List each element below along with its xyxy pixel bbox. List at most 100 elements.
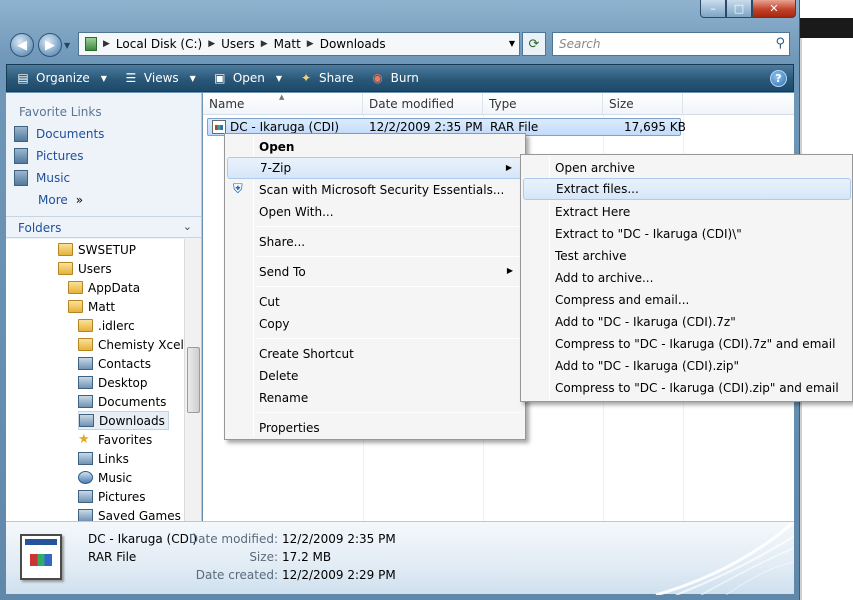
scrollbar-thumb[interactable] — [187, 347, 200, 413]
favorite-link-documents[interactable]: Documents — [6, 123, 201, 145]
security-essentials-icon: ⛨ — [233, 182, 243, 197]
tree-item-music[interactable]: Music — [78, 468, 132, 487]
submenu-item-add-7z[interactable]: Add to "DC - Ikaruga (CDI).7z" — [523, 311, 851, 333]
favorite-link-label: Music — [36, 171, 71, 185]
breadcrumb-local-disk[interactable]: Local Disk (C:) — [116, 37, 202, 51]
tree-item-links[interactable]: Links — [78, 449, 129, 468]
chevron-down-icon: ▼ — [189, 73, 196, 83]
folder-icon — [58, 262, 73, 275]
7zip-submenu: Open archive Extract files... Extract He… — [520, 154, 853, 402]
submenu-item-extract-here[interactable]: Extract Here — [523, 201, 851, 223]
submenu-item-add-to-archive[interactable]: Add to archive... — [523, 267, 851, 289]
close-button[interactable]: ✕ — [752, 0, 796, 18]
breadcrumb-separator[interactable]: ▶ — [261, 39, 268, 49]
submenu-item-compress-email[interactable]: Compress and email... — [523, 289, 851, 311]
double-chevron-right-icon: » — [75, 193, 84, 207]
tree-item-label: Favorites — [98, 432, 153, 447]
tree-item-swsetup[interactable]: SWSETUP — [58, 240, 136, 259]
submenu-item-add-zip[interactable]: Add to "DC - Ikaruga (CDI).zip" — [523, 355, 851, 377]
pictures-icon — [78, 490, 93, 503]
submenu-item-test-archive[interactable]: Test archive — [523, 245, 851, 267]
submenu-item-compress-zip-email[interactable]: Compress to "DC - Ikaruga (CDI).zip" and… — [523, 377, 851, 399]
tree-item-desktop[interactable]: Desktop — [78, 373, 148, 392]
tree-item-documents[interactable]: Documents — [78, 392, 166, 411]
open-label: Open — [232, 71, 265, 85]
menu-item-copy[interactable]: Copy — [227, 313, 523, 335]
column-header-date-modified[interactable]: Date modified — [363, 93, 483, 115]
menu-item-cut[interactable]: Cut — [227, 291, 523, 313]
breadcrumb-separator[interactable]: ▶ — [103, 39, 110, 49]
open-button[interactable]: ▣ Open ▼ — [204, 64, 290, 92]
column-header-type[interactable]: Type — [483, 93, 603, 115]
desktop-icon — [78, 376, 93, 389]
menu-item-label: Extract files... — [556, 182, 639, 196]
tree-item-matt[interactable]: Matt — [68, 297, 115, 316]
back-button[interactable]: ◀ — [10, 33, 34, 57]
forward-button[interactable]: ▶ — [38, 33, 62, 57]
search-input[interactable]: Search ⚲ — [552, 32, 790, 56]
tree-item-idlerc[interactable]: .idlerc — [78, 316, 135, 335]
share-button[interactable]: ✦ Share — [290, 64, 362, 92]
column-header-size[interactable]: Size — [603, 93, 683, 115]
favorite-link-pictures[interactable]: Pictures — [6, 145, 201, 167]
menu-separator — [257, 338, 521, 339]
breadcrumb-separator[interactable]: ▶ — [307, 39, 314, 49]
tree-item-label: AppData — [88, 280, 141, 295]
details-pane: DC - Ikaruga (CDI) RAR File Date modifie… — [6, 521, 794, 595]
menu-item-properties[interactable]: Properties — [227, 417, 523, 439]
breadcrumb-separator[interactable]: ▶ — [208, 39, 215, 49]
organize-button[interactable]: ▤ Organize ▼ — [7, 64, 115, 92]
tree-item-downloads[interactable]: Downloads — [78, 411, 169, 430]
submenu-arrow-icon: ▶ — [506, 266, 513, 275]
breadcrumb-downloads[interactable]: Downloads — [320, 37, 386, 51]
address-bar[interactable]: ▶ Local Disk (C:) ▶ Users ▶ Matt ▶ Downl… — [78, 32, 520, 56]
menu-item-delete[interactable]: Delete — [227, 365, 523, 387]
rar-file-large-icon — [20, 534, 62, 580]
minimize-button[interactable]: – — [700, 0, 726, 18]
menu-item-rename[interactable]: Rename — [227, 387, 523, 409]
context-menu: Open 7-Zip ▶ ⛨ Scan with Microsoft Securit… — [224, 133, 526, 440]
tree-item-appdata[interactable]: AppData — [68, 278, 140, 297]
menu-item-share[interactable]: Share... — [227, 231, 523, 253]
menu-item-scan-mse[interactable]: ⛨ Scan with Microsoft Security Essentials… — [227, 179, 523, 201]
submenu-item-extract-to[interactable]: Extract to "DC - Ikaruga (CDI)\" — [523, 223, 851, 245]
tree-item-chemisty[interactable]: Chemisty Xcel E — [78, 335, 184, 354]
tree-item-users[interactable]: Users — [58, 259, 112, 278]
tree-item-saved-games[interactable]: Saved Games — [78, 506, 181, 521]
menu-item-create-shortcut[interactable]: Create Shortcut — [227, 343, 523, 365]
folders-header[interactable]: Folders ⌄ — [6, 216, 201, 238]
forward-arrow-icon: ▶ — [45, 37, 55, 53]
maximize-button[interactable]: □ — [726, 0, 752, 18]
menu-item-7zip[interactable]: 7-Zip ▶ — [227, 157, 523, 179]
menu-item-open[interactable]: Open — [227, 136, 523, 158]
tree-item-contacts[interactable]: Contacts — [78, 354, 151, 373]
favorite-links-more[interactable]: More » — [6, 189, 201, 211]
menu-item-label: Share... — [259, 235, 306, 249]
burn-button[interactable]: ◉ Burn — [362, 64, 427, 92]
views-button[interactable]: ☰ Views ▼ — [115, 64, 204, 92]
search-icon[interactable]: ⚲ — [775, 36, 785, 51]
breadcrumb-matt[interactable]: Matt — [274, 37, 301, 51]
folder-icon — [78, 338, 93, 351]
submenu-item-extract-files[interactable]: Extract files... — [523, 178, 851, 200]
folder-tree-scrollbar[interactable] — [184, 239, 201, 521]
help-button[interactable]: ? — [770, 70, 787, 87]
tree-item-pictures[interactable]: Pictures — [78, 487, 146, 506]
submenu-item-open-archive[interactable]: Open archive — [523, 157, 851, 179]
recent-pages-dropdown[interactable]: ▼ — [64, 41, 70, 50]
menu-item-open-with[interactable]: Open With... — [227, 201, 523, 223]
breadcrumb-users[interactable]: Users — [221, 37, 255, 51]
favorite-link-music[interactable]: Music — [6, 167, 201, 189]
refresh-button[interactable]: ⟳ — [522, 32, 546, 56]
column-label: Size — [609, 97, 634, 111]
submenu-item-compress-7z-email[interactable]: Compress to "DC - Ikaruga (CDI).7z" and … — [523, 333, 851, 355]
address-dropdown-icon[interactable]: ▼ — [509, 39, 515, 48]
menu-item-send-to[interactable]: Send To ▶ — [227, 261, 523, 283]
details-file-type: RAR File — [88, 550, 137, 564]
favorite-link-label: Documents — [36, 127, 105, 141]
tree-item-favorites[interactable]: ★ Favorites — [78, 430, 152, 449]
organize-icon: ▤ — [17, 71, 29, 85]
music-icon — [14, 170, 28, 186]
menu-item-label: Properties — [259, 421, 320, 435]
folder-icon — [78, 319, 93, 332]
